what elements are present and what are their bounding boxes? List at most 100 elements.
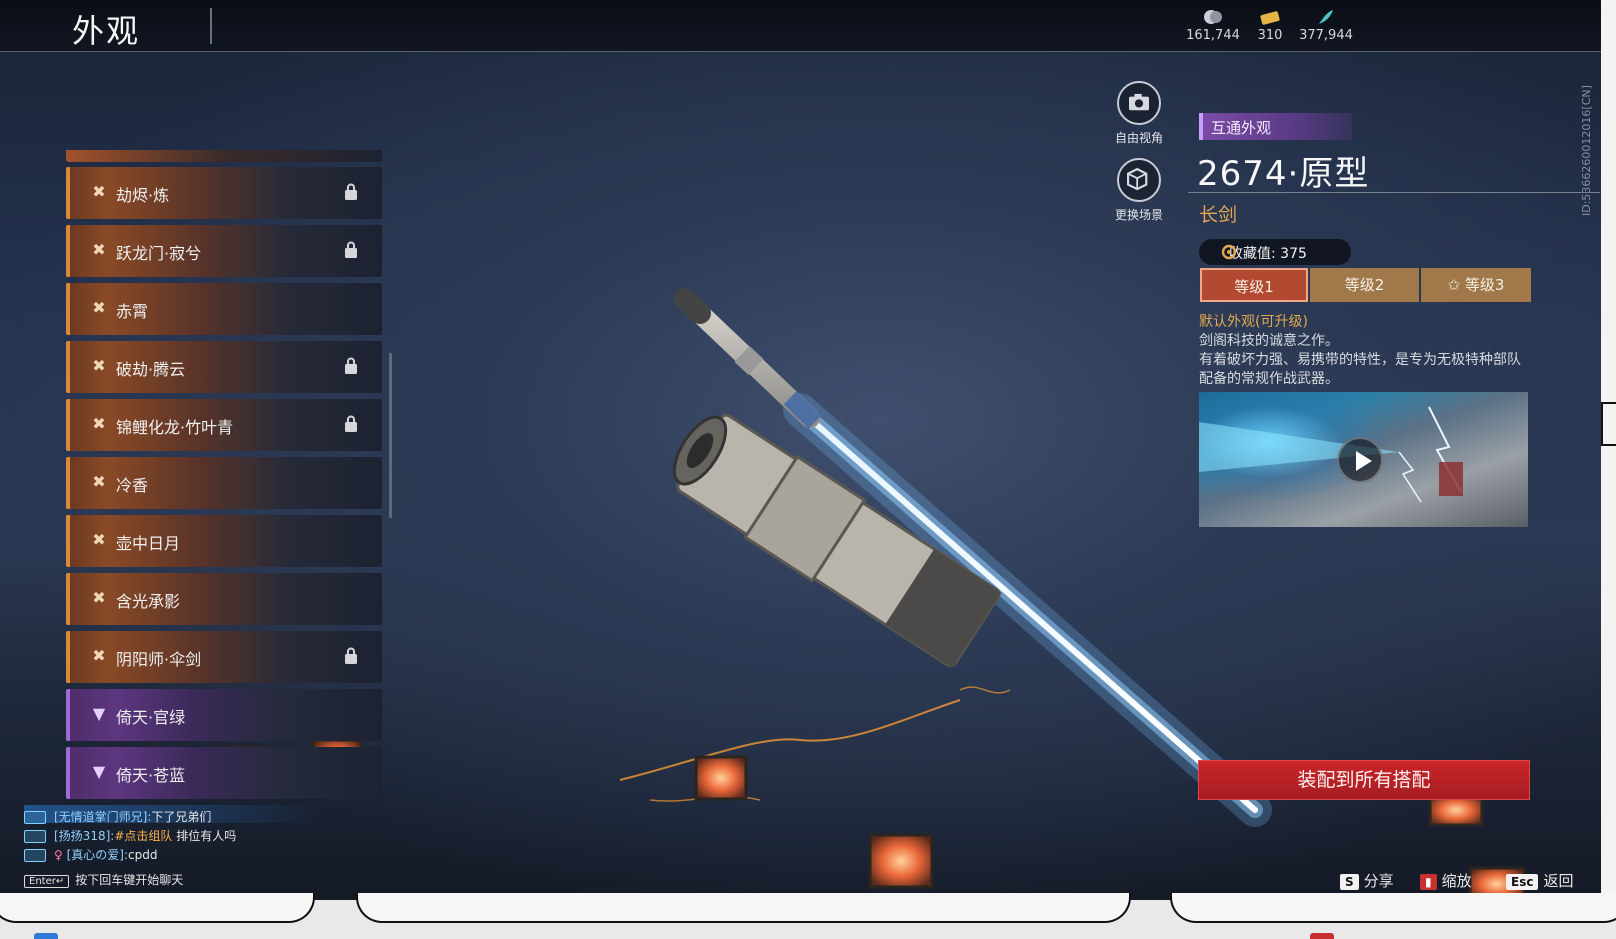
- chat-text: 排位有人吗: [172, 829, 237, 843]
- chat-sender: [扬扬318]:: [54, 829, 115, 843]
- list-item[interactable]: ✖ 破劫·腾云: [66, 341, 382, 393]
- description: 剑阁科技的诚意之作。 有着破坏力强、易携带的特性，是专为无极特种部队配备的常规作…: [1199, 332, 1534, 389]
- change-scene-button[interactable]: 更换场景: [1104, 158, 1174, 223]
- description-line: 剑阁科技的诚意之作。: [1199, 333, 1339, 349]
- window-frame: [0, 893, 315, 923]
- share-key: S: [1340, 873, 1359, 890]
- title-divider: [210, 8, 212, 44]
- purple-rarity-icon: ▼: [92, 704, 106, 723]
- play-icon[interactable]: [1337, 437, 1383, 483]
- list-item-label: 跃龙门·寂兮: [116, 244, 202, 263]
- zoom-label: 缩放: [1441, 872, 1472, 890]
- chat-sender: [真心の爱]:: [66, 848, 129, 862]
- list-item[interactable]: ✖ 锦鲤化龙·竹叶青: [66, 399, 382, 451]
- list-scrollbar[interactable]: [389, 353, 392, 518]
- lock-icon: [344, 241, 358, 259]
- gold-rarity-icon: ✖: [92, 530, 106, 549]
- tab-level-2[interactable]: 等级2: [1310, 268, 1419, 302]
- coin-icon: [1204, 10, 1222, 24]
- share-hint[interactable]: S 分享: [1340, 870, 1394, 891]
- list-item[interactable]: ✖ 含光承影: [66, 573, 382, 625]
- list-item[interactable]: ✖ 冷香: [66, 457, 382, 509]
- currency-coin-value: 161,744: [1186, 28, 1240, 43]
- esc-key: Esc: [1506, 873, 1539, 890]
- tab-level-1[interactable]: 等级1: [1200, 268, 1308, 302]
- list-item-partial: [66, 150, 382, 162]
- chat-input-hint-text: 按下回车键开始聊天: [75, 873, 184, 887]
- free-view-button[interactable]: 自由视角: [1104, 81, 1174, 146]
- gold-rarity-icon: ✖: [92, 588, 106, 607]
- collect-value-text: 收藏值: 375: [1229, 246, 1307, 262]
- camera-icon: [1129, 93, 1149, 111]
- chat-text: cpdd: [128, 848, 158, 862]
- chat-message[interactable]: [无情道掌门师兄]:下了兄弟们: [24, 808, 211, 825]
- window-frame: [1170, 893, 1616, 923]
- list-item-label: 锦鲤化龙·竹叶青: [116, 418, 234, 437]
- list-item-label: 劫烬·炼: [116, 186, 170, 205]
- change-scene-label: 更换场景: [1114, 208, 1163, 222]
- lock-icon: [344, 183, 358, 201]
- collect-value-badge: 收藏值: 375: [1199, 239, 1351, 265]
- chat-sender: [无情道掌门师兄]:: [54, 810, 152, 824]
- tab-level-3-label: 等级3: [1464, 276, 1505, 294]
- zoom-hint[interactable]: ▮ 缩放: [1420, 870, 1472, 891]
- channel-badge-icon: [24, 811, 46, 824]
- chat-message[interactable]: ♀ [真心の爱]:cpdd: [24, 846, 157, 863]
- description-line: 有着破坏力强、易携带的特性，是专为无极特种部队配备的常规作战武器。: [1199, 352, 1521, 387]
- preview-video[interactable]: [1199, 392, 1528, 527]
- chat-team-link[interactable]: #点击组队: [114, 829, 172, 843]
- name-divider: [1188, 192, 1600, 193]
- channel-badge-icon: [24, 830, 46, 843]
- description-title: 默认外观(可升级): [1199, 314, 1308, 330]
- currency-ticket: 310: [1250, 8, 1290, 43]
- currency-feather-value: 377,944: [1299, 28, 1353, 43]
- list-item[interactable]: ▼ 倚天·官绿: [66, 689, 382, 741]
- lock-icon: [344, 647, 358, 665]
- chat-text: 下了兄弟们: [151, 810, 212, 824]
- list-item[interactable]: ✖ 劫烬·炼: [66, 167, 382, 219]
- gold-rarity-icon: ✖: [92, 472, 106, 491]
- taskbar-app-icon[interactable]: [34, 933, 58, 939]
- user-id: ID:5366260012016[CN]: [1580, 85, 1593, 216]
- gold-rarity-icon: ✖: [92, 646, 106, 665]
- currency-feather: 377,944: [1296, 8, 1356, 43]
- list-item[interactable]: ▼ 倚天·苍蓝: [66, 747, 382, 799]
- currency-coin: 161,744: [1185, 8, 1241, 43]
- chat-input-hint[interactable]: Enter↵ 按下回车键开始聊天: [24, 871, 183, 888]
- enter-key-icon: Enter↵: [24, 875, 70, 888]
- back-label: 返回: [1543, 872, 1574, 890]
- free-view-label: 自由视角: [1114, 131, 1163, 145]
- gold-rarity-icon: ✖: [92, 182, 106, 201]
- gold-rarity-icon: ✖: [92, 298, 106, 317]
- list-item[interactable]: ✖ 壶中日月: [66, 515, 382, 567]
- list-item[interactable]: ✖ 阴阳师·伞剑: [66, 631, 382, 683]
- currency-ticket-value: 310: [1257, 28, 1283, 43]
- skin-name: 2674·原型: [1197, 154, 1370, 194]
- list-item-label: 含光承影: [116, 592, 181, 611]
- crossplay-tag: 互通外观: [1199, 113, 1352, 140]
- list-item-label: 阴阳师·伞剑: [116, 650, 202, 669]
- female-icon: ♀: [54, 848, 67, 862]
- collect-icon: [1221, 244, 1237, 260]
- scene-cube-icon: [1127, 167, 1148, 191]
- lock-icon: [344, 415, 358, 433]
- skin-list[interactable]: ✖ 劫烬·炼 ✖ 跃龙门·寂兮 ✖ 赤霄 ✖ 破劫·腾云 ✖ 锦鲤化龙·竹叶青 ✖ 冷香 ✖ 壶中日月 ✖ 含…: [66, 150, 384, 800]
- top-bar: 外观 161,744 310 377,944: [0, 0, 1601, 52]
- channel-badge-icon: [24, 849, 46, 862]
- share-label: 分享: [1363, 872, 1394, 890]
- list-item-label: 赤霄: [116, 302, 149, 321]
- window-edge: [1601, 402, 1616, 446]
- chat-message[interactable]: [扬扬318]:#点击组队 排位有人吗: [24, 827, 236, 844]
- list-item-label: 倚天·苍蓝: [116, 766, 186, 785]
- list-item[interactable]: ✖ 跃龙门·寂兮: [66, 225, 382, 277]
- equip-all-button[interactable]: 装配到所有搭配: [1198, 760, 1530, 800]
- star-icon: ✩: [1447, 276, 1465, 294]
- tab-level-3[interactable]: ✩ 等级3: [1421, 268, 1531, 302]
- gold-rarity-icon: ✖: [92, 414, 106, 433]
- list-item[interactable]: ✖ 赤霄: [66, 283, 382, 335]
- gold-rarity-icon: ✖: [92, 240, 106, 259]
- list-item-label: 壶中日月: [116, 534, 181, 553]
- game-viewport: 外观 161,744 310 377,944 ID:5366260012016[…: [0, 0, 1601, 900]
- taskbar-app-icon[interactable]: [1310, 933, 1334, 939]
- back-hint[interactable]: Esc 返回: [1506, 870, 1573, 891]
